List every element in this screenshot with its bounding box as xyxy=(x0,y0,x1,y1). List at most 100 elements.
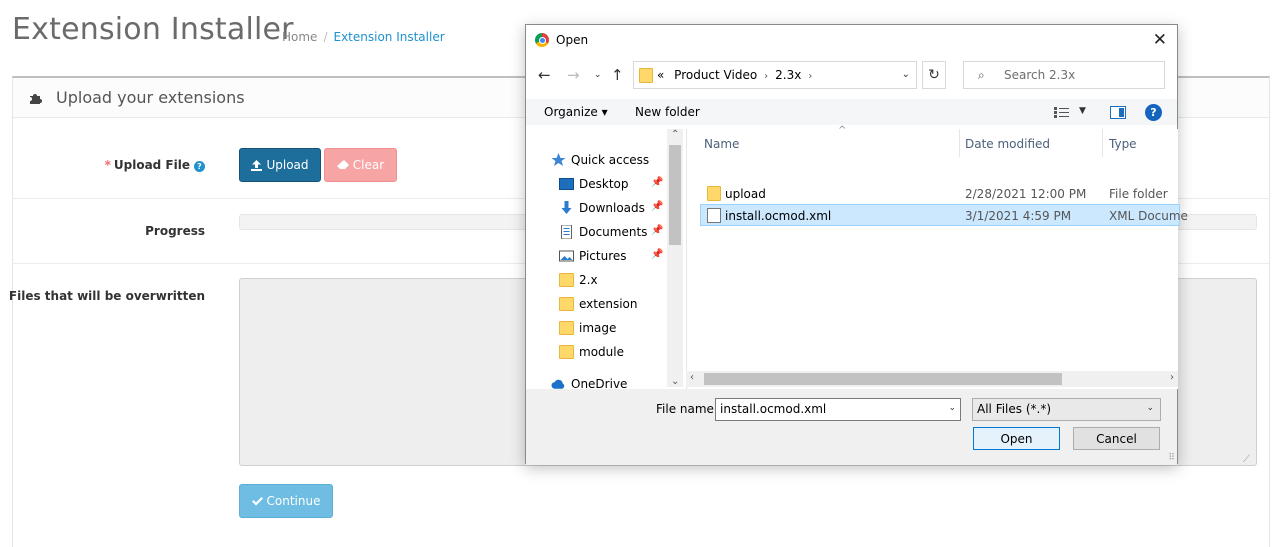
column-header-name[interactable]: ^ Name xyxy=(704,125,960,157)
forward-arrow-icon[interactable]: → xyxy=(567,66,580,84)
file-list: ^ Name Date modified Type upload 2/28/20… xyxy=(686,125,1188,389)
continue-button-label: Continue xyxy=(266,494,321,508)
folder-icon xyxy=(559,321,574,335)
resize-grip-icon[interactable]: ⟋ xyxy=(1243,454,1250,465)
nav-pane-scrollbar[interactable]: ⌃ ⌄ xyxy=(667,129,683,387)
nav-item-folder[interactable]: image xyxy=(526,317,664,339)
upload-button[interactable]: Upload xyxy=(239,148,321,182)
chrome-icon xyxy=(535,33,549,47)
help-icon[interactable]: ? xyxy=(1145,104,1162,121)
chevron-left-icon[interactable]: ‹ xyxy=(690,372,694,383)
dialog-titlebar[interactable]: Open ✕ xyxy=(526,25,1177,55)
nav-item-folder[interactable]: extension xyxy=(526,293,664,315)
search-placeholder: Search 2.3x xyxy=(1004,68,1076,82)
desktop-icon xyxy=(559,178,574,190)
nav-item-folder[interactable]: 2.x xyxy=(526,269,664,291)
clear-button[interactable]: Clear xyxy=(324,148,397,182)
chevron-down-icon[interactable]: ⌄ xyxy=(948,403,956,413)
pin-icon[interactable]: 📌 xyxy=(651,201,663,212)
folder-icon xyxy=(639,68,653,83)
file-name-label: File name: xyxy=(656,402,718,416)
address-bar[interactable]: « Product Video › 2.3x › ⌄ xyxy=(633,61,917,89)
chevron-down-icon[interactable]: ⌄ xyxy=(902,69,910,80)
clear-button-label: Clear xyxy=(352,158,385,172)
document-icon xyxy=(707,208,721,223)
refresh-icon[interactable]: ↻ xyxy=(922,61,946,89)
open-file-dialog: Open ✕ ← → ⌄ ↑ « Product Video › 2.3x › ⌄ ↻… xyxy=(525,24,1188,465)
breadcrumb: Home / Extension Installer xyxy=(282,30,445,44)
overwrite-label: Files that will be overwritten xyxy=(8,289,205,303)
file-row-install-ocmod[interactable]: install.ocmod.xml 3/1/2021 4:59 PM XML D… xyxy=(700,204,1188,226)
pin-icon[interactable]: 📌 xyxy=(651,249,663,260)
eraser-icon xyxy=(336,160,349,169)
organize-menu[interactable]: Organize ▾ xyxy=(544,105,608,119)
panel-title: Upload your extensions xyxy=(56,88,245,107)
help-icon[interactable]: ? xyxy=(194,161,205,172)
up-arrow-icon[interactable]: ↑ xyxy=(611,66,624,84)
page-title: Extension Installer xyxy=(12,12,294,47)
file-list-horizontal-scrollbar[interactable]: ‹ › xyxy=(686,371,1178,387)
continue-button[interactable]: Continue xyxy=(239,484,333,518)
preview-pane-icon[interactable] xyxy=(1110,106,1126,119)
puzzle-icon xyxy=(30,94,42,104)
file-name-value: install.ocmod.xml xyxy=(720,402,827,416)
column-header-date[interactable]: Date modified xyxy=(965,129,1103,157)
file-type-select[interactable]: All Files (*.*) ⌄ xyxy=(972,398,1161,421)
search-input[interactable]: ⌕ Search 2.3x xyxy=(963,61,1165,89)
chevron-up-icon[interactable]: ⌃ xyxy=(671,129,679,140)
pin-icon[interactable]: 📌 xyxy=(651,225,663,236)
scrollbar-thumb[interactable] xyxy=(704,373,1062,385)
new-folder-button[interactable]: New folder xyxy=(635,105,700,119)
chevron-right-icon[interactable]: › xyxy=(1170,372,1174,383)
breadcrumb-separator: / xyxy=(323,30,328,44)
upload-button-label: Upload xyxy=(266,158,309,172)
cancel-button[interactable]: Cancel xyxy=(1073,427,1160,450)
folder-icon xyxy=(559,345,574,359)
address-segment[interactable]: Product Video xyxy=(674,68,757,82)
breadcrumb-current[interactable]: Extension Installer xyxy=(333,30,444,44)
folder-icon xyxy=(559,273,574,287)
sort-caret-icon: ^ xyxy=(838,125,847,136)
dialog-footer: File name: install.ocmod.xml ⌄ All Files… xyxy=(526,389,1177,465)
documents-icon xyxy=(561,225,572,239)
progress-label: Progress xyxy=(145,224,205,238)
dialog-title: Open xyxy=(556,33,589,47)
close-icon[interactable]: ✕ xyxy=(1153,30,1167,50)
search-icon: ⌕ xyxy=(978,68,985,82)
check-icon xyxy=(251,496,263,505)
folder-icon xyxy=(559,297,574,311)
upload-file-label: * Upload File? xyxy=(105,158,205,172)
nav-item-downloads[interactable]: Downloads 📌 xyxy=(526,197,664,219)
dialog-resize-grip-icon[interactable]: ⠿ xyxy=(1168,453,1175,463)
chevron-down-icon[interactable]: ⌄ xyxy=(1146,403,1154,413)
chevron-down-icon[interactable]: ⌄ xyxy=(671,376,679,387)
view-options-icon[interactable] xyxy=(1054,107,1069,118)
nav-item-quick-access[interactable]: Quick access xyxy=(526,149,664,171)
command-bar: Organize ▾ New folder ▼ ? xyxy=(526,99,1177,125)
download-icon xyxy=(561,201,572,214)
nav-item-folder[interactable]: module xyxy=(526,341,664,363)
navigation-pane: Quick access Desktop 📌 Downloads 📌 Docum… xyxy=(526,129,684,391)
file-type-value: All Files (*.*) xyxy=(977,402,1052,416)
address-segment[interactable]: 2.3x xyxy=(775,68,801,82)
open-button[interactable]: Open xyxy=(973,427,1060,450)
recent-dropdown-icon[interactable]: ⌄ xyxy=(594,70,602,80)
view-dropdown-icon[interactable]: ▼ xyxy=(1079,106,1086,116)
chevron-right-icon[interactable]: › xyxy=(808,71,812,82)
navigation-bar: ← → ⌄ ↑ « Product Video › 2.3x › ⌄ ↻ ⌕ Sear… xyxy=(526,61,1177,91)
breadcrumb-home[interactable]: Home xyxy=(282,30,317,44)
scrollbar-thumb[interactable] xyxy=(669,145,681,245)
folder-icon xyxy=(707,186,721,201)
address-overflow[interactable]: « xyxy=(657,68,664,82)
file-row-upload[interactable]: upload 2/28/2021 12:00 PM File folder xyxy=(701,183,1181,205)
nav-item-desktop[interactable]: Desktop 📌 xyxy=(526,173,664,195)
nav-item-documents[interactable]: Documents 📌 xyxy=(526,221,664,243)
file-name-input[interactable]: install.ocmod.xml ⌄ xyxy=(715,398,961,421)
chevron-right-icon[interactable]: › xyxy=(764,71,768,82)
pin-icon[interactable]: 📌 xyxy=(651,177,663,188)
pictures-icon xyxy=(559,250,574,262)
nav-item-pictures[interactable]: Pictures 📌 xyxy=(526,245,664,267)
column-header-type[interactable]: Type xyxy=(1109,129,1179,157)
star-icon xyxy=(551,153,566,166)
back-arrow-icon[interactable]: ← xyxy=(538,66,551,84)
